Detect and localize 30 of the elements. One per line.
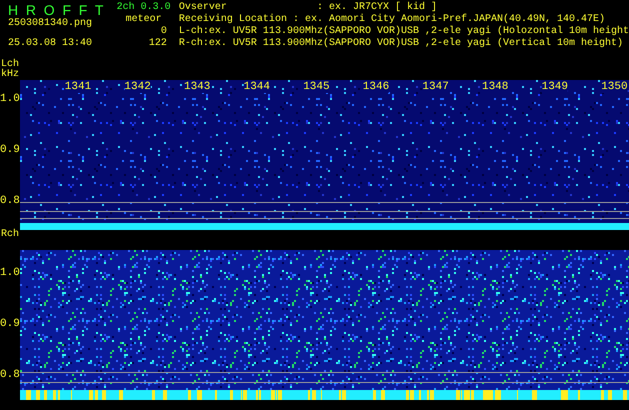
channel-label: Lch: [1, 60, 20, 70]
time-label: 1350: [601, 82, 628, 93]
frequency-label: 0.8: [0, 370, 20, 381]
time-label: 1342: [124, 82, 151, 93]
time-label: 1346: [362, 82, 390, 93]
frequency-label: 1.0: [0, 268, 20, 279]
version-label: 2ch 0.3.0: [116, 2, 171, 14]
time-label: 1347: [422, 82, 449, 93]
meteor-count: 0: [160, 26, 168, 38]
time-label: 1343: [184, 82, 210, 93]
channel-label: Rch: [1, 230, 20, 240]
station-info-line: Receiving Location : ex. Aomori City Aomori-Pref.JAPAN(40.49N, 140.47E): [178, 14, 605, 26]
timestamp: 25.03.08 13:40: [8, 38, 92, 50]
meteor-label: meteor: [126, 14, 162, 26]
meteor-count: 122: [148, 38, 168, 50]
time-label: 1349: [542, 82, 568, 93]
frequency-label: 1.0: [0, 94, 20, 105]
file-name: 2503081340.png: [8, 18, 92, 30]
station-info-line: Ovserver : ex. JR7CYX [ kid ]: [178, 2, 437, 14]
station-info-line: L-ch:ex. UV5R 113.900Mhz(SAPPORO VOR)USB ,2-ele yagi (Holozontal 10m height: [178, 26, 629, 38]
time-label: 1344: [244, 82, 270, 93]
frequency-label: 0.8: [0, 196, 20, 207]
frequency-label: 0.9: [0, 319, 20, 330]
time-label: 1341: [64, 82, 92, 93]
unit-label: kHz: [1, 70, 20, 80]
station-info-line: R-ch:ex. UV5R 113.900Mhz(SAPPORO VOR)USB ,2-ele yagi (Vertical 10m height): [178, 38, 623, 50]
time-label: 1345: [303, 82, 330, 93]
frequency-label: 0.9: [0, 145, 20, 156]
time-label: 1348: [482, 82, 508, 93]
app-title: H R O F F T: [8, 2, 104, 18]
